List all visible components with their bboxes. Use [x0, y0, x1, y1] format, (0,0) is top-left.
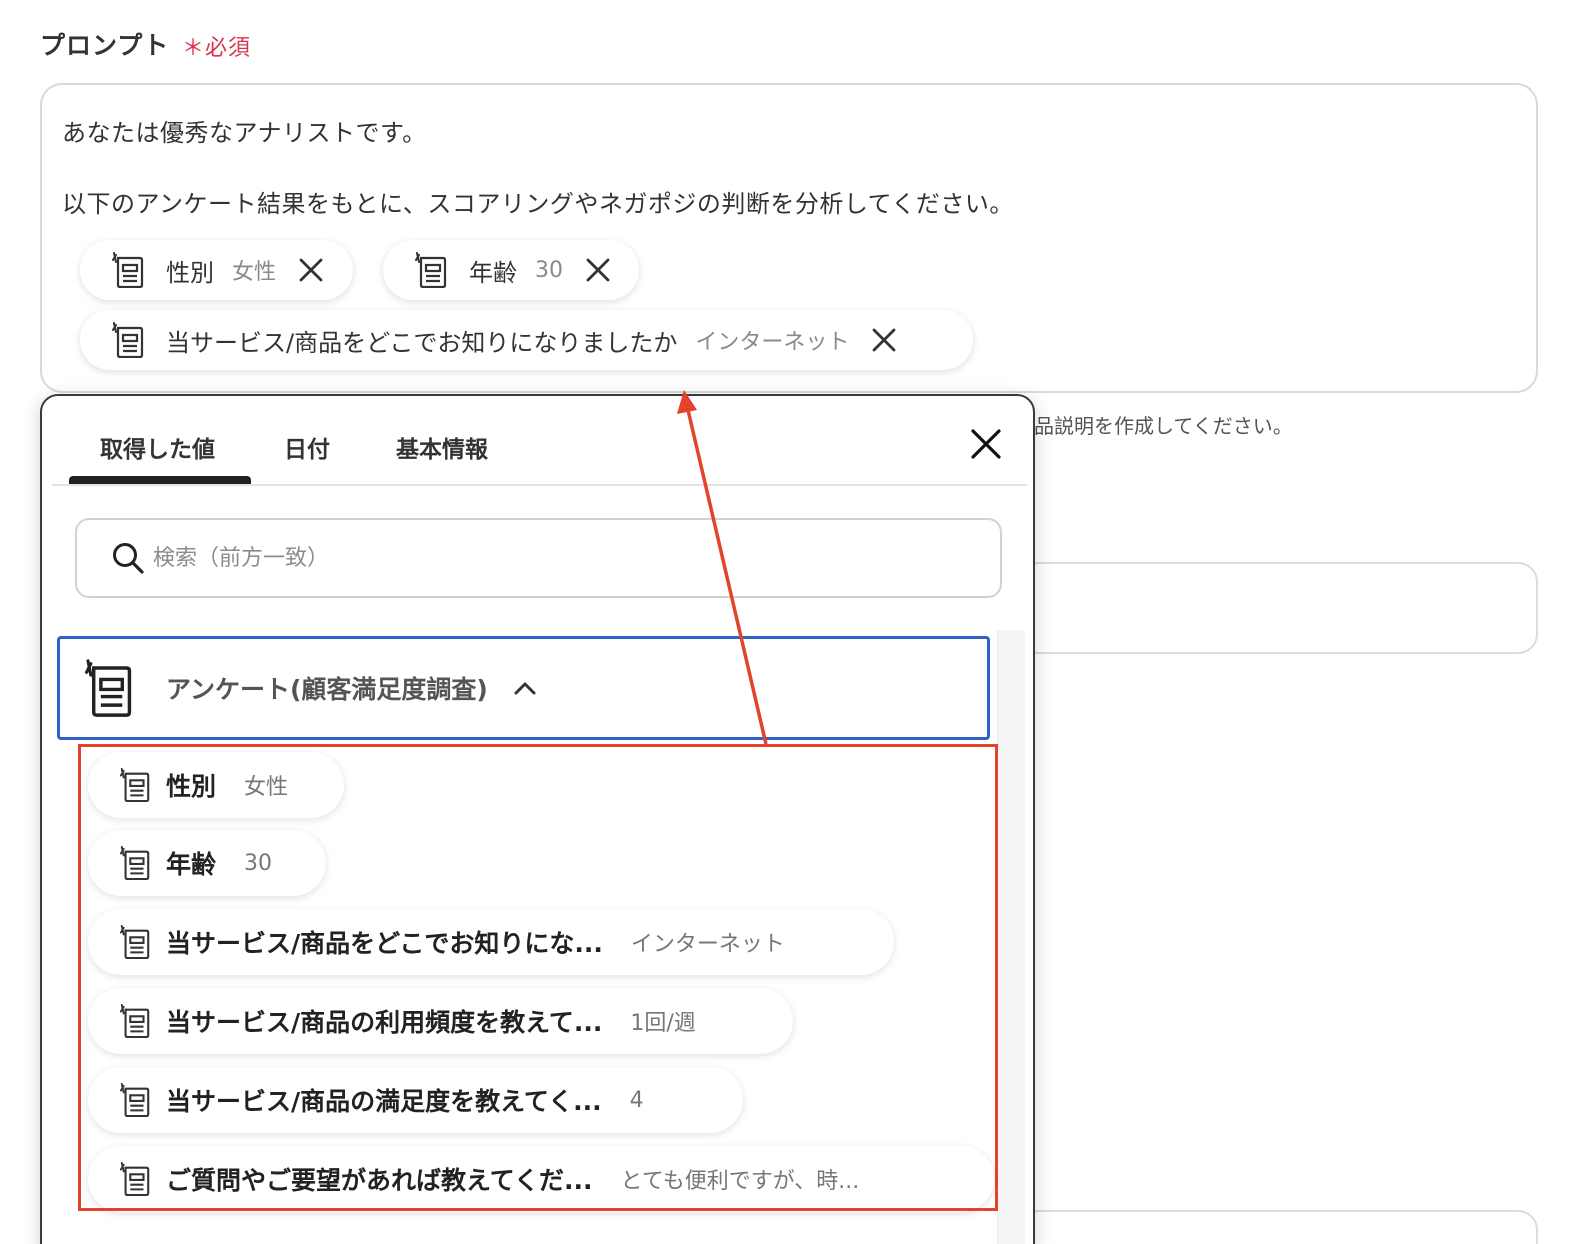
chip-value: 女性 — [232, 260, 277, 285]
search-box[interactable] — [75, 518, 1002, 598]
close-icon[interactable] — [968, 426, 1004, 462]
form-doc-icon — [110, 322, 146, 358]
form-doc-icon — [85, 659, 132, 717]
prompt-chip-source[interactable]: 当サービス/商品をどこでお知りになりましたか インターネット — [80, 310, 973, 370]
group-header-survey[interactable]: アンケート(顧客満足度調査) — [57, 636, 990, 740]
prompt-chip-age[interactable]: 年齢 30 — [383, 240, 639, 300]
prompt-line-2: 以下のアンケート結果をもとに、スコアリングやネガポジの判断を分析してください。 — [62, 190, 1014, 218]
chip-name: 性別 — [166, 258, 214, 287]
close-icon[interactable] — [585, 257, 611, 283]
scrollbar-track[interactable] — [997, 630, 1025, 1244]
active-tab-indicator — [69, 476, 251, 484]
form-doc-icon — [110, 252, 146, 288]
chip-value: 30 — [535, 257, 563, 283]
close-icon[interactable] — [871, 327, 897, 353]
annotation-highlight-box — [78, 744, 998, 1211]
close-icon[interactable] — [298, 257, 324, 283]
prompt-line-1: あなたは優秀なアナリストです。 — [62, 119, 427, 147]
chevron-up-icon[interactable] — [512, 679, 538, 697]
search-icon — [113, 543, 144, 574]
tab-divider — [52, 484, 1027, 486]
chip-name: 当サービス/商品をどこでお知りになりましたか — [166, 328, 678, 357]
tab-date[interactable]: 日付 — [284, 430, 330, 464]
field-label: プロンプト — [40, 31, 170, 60]
form-doc-icon — [413, 252, 449, 288]
chip-name: 年齢 — [469, 258, 517, 287]
group-label: アンケート(顧客満足度調査) — [166, 675, 488, 704]
tab-retrieved-values[interactable]: 取得した値 — [100, 430, 215, 464]
prompt-chip-gender[interactable]: 性別 女性 — [80, 240, 353, 300]
background-input-2[interactable] — [1010, 1210, 1538, 1244]
search-input[interactable] — [153, 545, 933, 571]
field-hint: 品説明を作成してください。 — [1034, 414, 1293, 438]
tab-basic-info[interactable]: 基本情報 — [396, 430, 488, 464]
required-badge: ＊必須 — [182, 36, 252, 61]
background-input[interactable] — [1010, 562, 1538, 654]
chip-value: インターネット — [695, 330, 850, 355]
